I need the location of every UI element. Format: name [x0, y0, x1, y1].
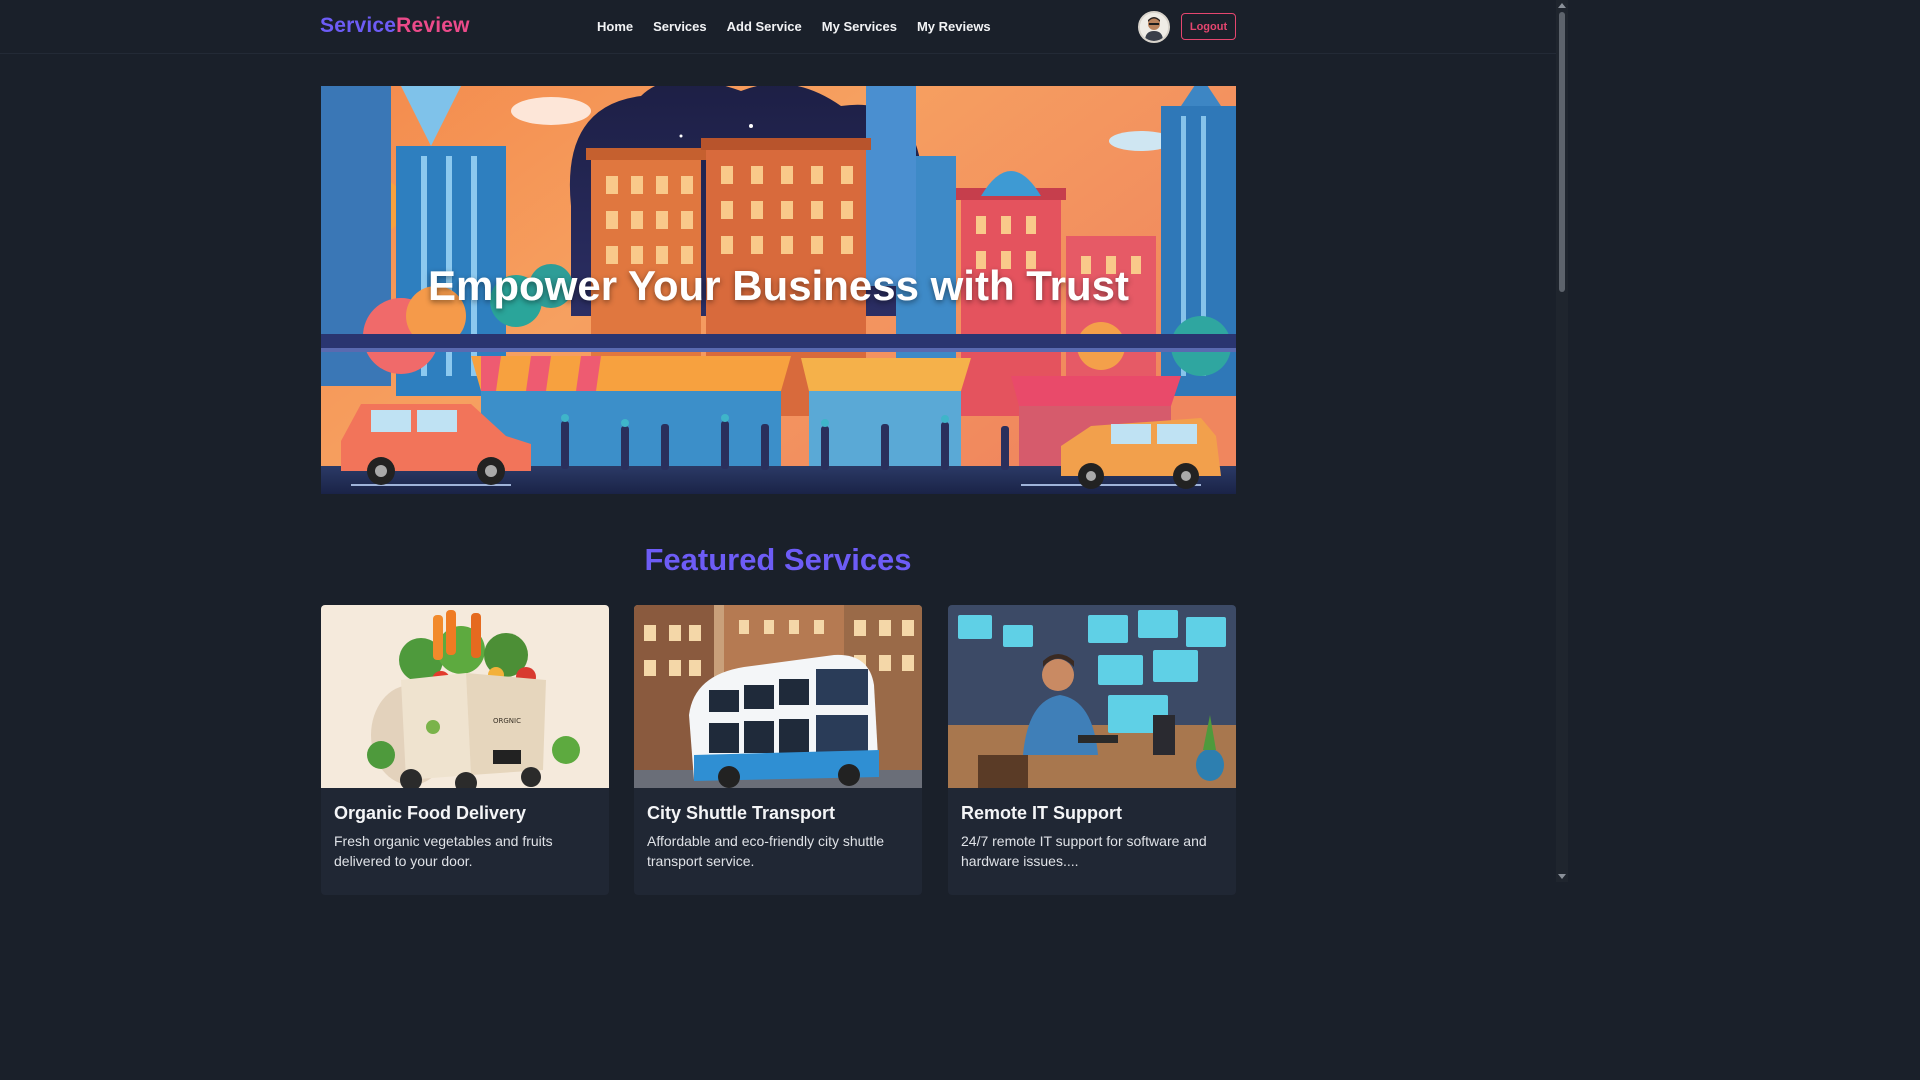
page-scrollbar[interactable] — [1556, 0, 1568, 882]
service-card-city-shuttle[interactable]: City Shuttle Transport Affordable and ec… — [634, 605, 922, 895]
service-card-organic-food[interactable]: ORGNIC Organic Food Delivery Fresh organ… — [321, 605, 609, 895]
featured-services-title: Featured Services — [644, 542, 912, 577]
hero-banner: Empower Your Business with Trust — [321, 86, 1236, 494]
scroll-down-arrow-icon[interactable] — [1558, 874, 1566, 879]
svg-text:ORGNIC: ORGNIC — [493, 717, 521, 725]
city-shuttle-image — [634, 605, 922, 788]
navbar: ServiceReview Home Services Add Service … — [0, 0, 1556, 54]
card-description: 24/7 remote IT support for software and … — [961, 833, 1207, 869]
card-title: Organic Food Delivery — [334, 803, 527, 823]
remote-it-support-image — [948, 605, 1236, 788]
user-avatar-icon — [1140, 13, 1168, 41]
nav-services[interactable]: Services — [653, 19, 707, 34]
nav-links: Home Services Add Service My Services My… — [597, 19, 1011, 34]
avatar[interactable] — [1138, 11, 1170, 43]
brand-part-2: Review — [396, 14, 470, 37]
card-title: Remote IT Support — [961, 803, 1122, 823]
card-description: Affordable and eco-friendly city shuttle… — [647, 833, 885, 869]
service-card-remote-it[interactable]: Remote IT Support 24/7 remote IT support… — [948, 605, 1236, 895]
hero-title: Empower Your Business with Trust — [428, 262, 1129, 309]
logout-button[interactable]: Logout — [1181, 13, 1236, 40]
nav-home[interactable]: Home — [597, 19, 633, 34]
brand-logo[interactable]: ServiceReview — [320, 14, 470, 38]
scroll-up-arrow-icon[interactable] — [1558, 3, 1566, 8]
organic-food-image: ORGNIC — [321, 605, 609, 788]
scroll-thumb[interactable] — [1559, 12, 1565, 292]
card-description: Fresh organic vegetables and fruits deli… — [334, 833, 553, 869]
nav-my-reviews[interactable]: My Reviews — [917, 19, 991, 34]
nav-my-services[interactable]: My Services — [822, 19, 897, 34]
nav-add-service[interactable]: Add Service — [727, 19, 802, 34]
brand-part-1: Service — [320, 14, 397, 37]
card-title: City Shuttle Transport — [647, 803, 836, 823]
